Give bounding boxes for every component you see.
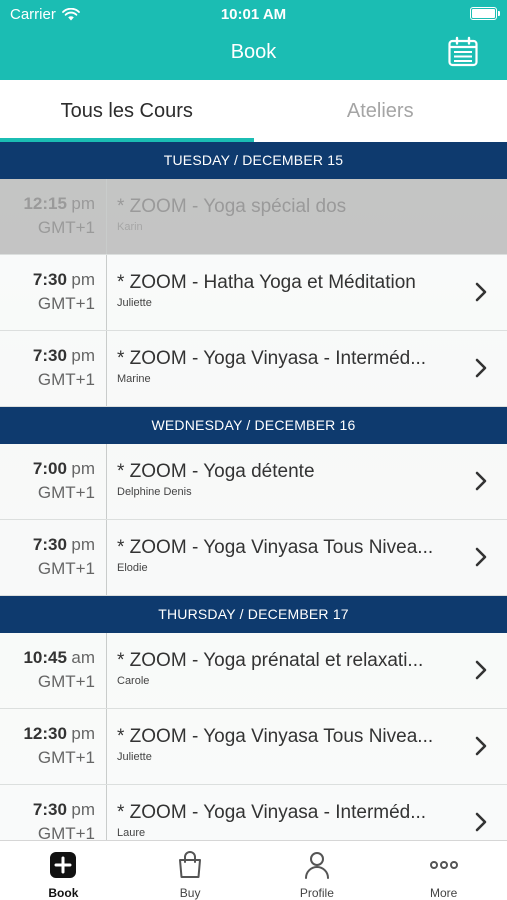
class-row[interactable]: 7:30 pm GMT+1 * ZOOM - Yoga Vinyasa Tous… [0, 520, 507, 596]
class-time: 7:30 pm GMT+1 [0, 520, 107, 595]
class-info: * ZOOM - Yoga Vinyasa - Interméd... Laur… [117, 802, 447, 839]
timezone: GMT+1 [37, 370, 95, 389]
page-title: Book [230, 41, 277, 63]
class-title: * ZOOM - Yoga Vinyasa - Interméd... [117, 348, 427, 369]
class-title: * ZOOM - Hatha Yoga et Méditation [117, 272, 416, 293]
tabbar-item-profile[interactable]: Profile [254, 841, 381, 900]
class-time: 7:30 pm GMT+1 [0, 785, 107, 840]
time-value: 7:30 [32, 270, 67, 289]
class-title: * ZOOM - Yoga prénatal et relaxati... [117, 650, 424, 671]
timezone: GMT+1 [37, 559, 95, 578]
class-info: * ZOOM - Yoga Vinyasa Tous Nivea... Juli… [117, 726, 447, 763]
time-ampm: pm [71, 459, 95, 478]
class-info: * ZOOM - Yoga prénatal et relaxati... Ca… [117, 650, 447, 687]
tabbar-item-buy[interactable]: Buy [127, 841, 254, 900]
tabbar-item-book[interactable]: Book [0, 841, 127, 900]
tabbar-item-more[interactable]: More [380, 841, 507, 900]
time-value: 7:30 [32, 535, 67, 554]
class-row[interactable]: 12:30 pm GMT+1 * ZOOM - Yoga Vinyasa Tou… [0, 709, 507, 785]
teacher-name: Elodie [117, 562, 148, 574]
time-value: 7:30 [32, 346, 67, 365]
class-time: 12:30 pm GMT+1 [0, 709, 107, 784]
class-info: * ZOOM - Yoga Vinyasa - Interméd... Mari… [117, 348, 447, 385]
teacher-name: Marine [117, 373, 151, 385]
class-info: * ZOOM - Hatha Yoga et Méditation Juliet… [117, 272, 447, 309]
day-header: THURSDAY / DECEMBER 17 [0, 596, 507, 633]
chevron-right-icon[interactable] [475, 282, 487, 302]
class-time: 7:30 pm GMT+1 [0, 255, 107, 330]
app-header: Carrier 10:01 AM Book [0, 0, 507, 80]
ellipsis-icon [429, 861, 458, 869]
status-time: 10:01 AM [220, 6, 287, 23]
chevron-right-icon[interactable] [475, 736, 487, 756]
time-ampm: pm [71, 800, 95, 819]
teacher-name: Karin [117, 221, 143, 233]
class-schedule-list[interactable]: TUESDAY / DECEMBER 15 12:15 pm GMT+1 * Z… [0, 142, 507, 840]
chevron-right-icon[interactable] [475, 660, 487, 680]
time-ampm: pm [71, 194, 95, 213]
timezone: GMT+1 [37, 294, 95, 313]
class-time: 7:30 pm GMT+1 [0, 331, 107, 406]
time-value: 7:00 [32, 459, 67, 478]
chevron-right-icon[interactable] [475, 471, 487, 491]
class-row[interactable]: 7:00 pm GMT+1 * ZOOM - Yoga détente Delp… [0, 444, 507, 520]
day-header: TUESDAY / DECEMBER 15 [0, 142, 507, 179]
teacher-name: Juliette [117, 751, 152, 763]
time-ampm: pm [71, 535, 95, 554]
time-ampm: pm [71, 724, 95, 743]
shopping-bag-icon [179, 851, 202, 878]
class-row[interactable]: 10:45 am GMT+1 * ZOOM - Yoga prénatal et… [0, 633, 507, 709]
calendar-icon[interactable] [447, 36, 479, 68]
time-value: 12:30 [23, 724, 67, 743]
class-title: * ZOOM - Yoga détente [117, 461, 315, 482]
timezone: GMT+1 [37, 483, 95, 502]
time-ampm: am [71, 648, 95, 667]
class-row[interactable]: 7:30 pm GMT+1 * ZOOM - Yoga Vinyasa - In… [0, 785, 507, 840]
class-title: * ZOOM - Yoga Vinyasa Tous Nivea... [117, 726, 434, 747]
teacher-name: Laure [117, 827, 146, 839]
class-info: * ZOOM - Yoga spécial dos Karin [117, 196, 447, 233]
tabbar-label: Profile [299, 886, 334, 900]
battery-icon [470, 7, 500, 20]
class-row[interactable]: 7:30 pm GMT+1 * ZOOM - Yoga Vinyasa - In… [0, 331, 507, 407]
tabbar-label: More [429, 886, 458, 900]
timezone: GMT+1 [37, 672, 95, 691]
chevron-right-icon[interactable] [475, 358, 487, 378]
timezone: GMT+1 [37, 218, 95, 237]
class-time: 7:00 pm GMT+1 [0, 444, 107, 519]
class-time: 12:15 pm GMT+1 [0, 179, 107, 254]
time-ampm: pm [71, 346, 95, 365]
tab-tous-les-cours[interactable]: Tous les Cours [0, 80, 254, 142]
chevron-right-icon[interactable] [475, 812, 487, 832]
status-bar: Carrier 10:01 AM [0, 0, 507, 28]
class-time: 10:45 am GMT+1 [0, 633, 107, 708]
time-value: 10:45 [23, 648, 67, 667]
plus-square-icon [50, 852, 77, 878]
class-info: * ZOOM - Yoga Vinyasa Tous Nivea... Elod… [117, 537, 447, 574]
timezone: GMT+1 [37, 824, 95, 840]
time-value: 12:15 [23, 194, 67, 213]
person-icon [304, 852, 329, 879]
teacher-name: Carole [117, 675, 150, 687]
time-ampm: pm [71, 270, 95, 289]
class-info: * ZOOM - Yoga détente Delphine Denis [117, 461, 447, 498]
teacher-name: Delphine Denis [117, 486, 192, 498]
timezone: GMT+1 [37, 748, 95, 767]
class-row[interactable]: 7:30 pm GMT+1 * ZOOM - Hatha Yoga et Méd… [0, 255, 507, 331]
class-title: * ZOOM - Yoga Vinyasa Tous Nivea... [117, 537, 434, 558]
tabbar-label: Buy [179, 886, 201, 900]
chevron-right-icon[interactable] [475, 547, 487, 567]
teacher-name: Juliette [117, 297, 152, 309]
time-value: 7:30 [32, 800, 67, 819]
class-title: * ZOOM - Yoga spécial dos [117, 196, 347, 217]
class-row[interactable]: 12:15 pm GMT+1 * ZOOM - Yoga spécial dos… [0, 179, 507, 255]
class-title: * ZOOM - Yoga Vinyasa - Interméd... [117, 802, 427, 823]
tabbar-label: Book [48, 886, 79, 900]
tab-ateliers[interactable]: Ateliers [254, 80, 507, 142]
segment-tabs: Tous les Cours Ateliers [0, 80, 507, 142]
day-header: WEDNESDAY / DECEMBER 16 [0, 407, 507, 444]
bottom-tab-bar: Book Buy Profile More [0, 840, 507, 900]
